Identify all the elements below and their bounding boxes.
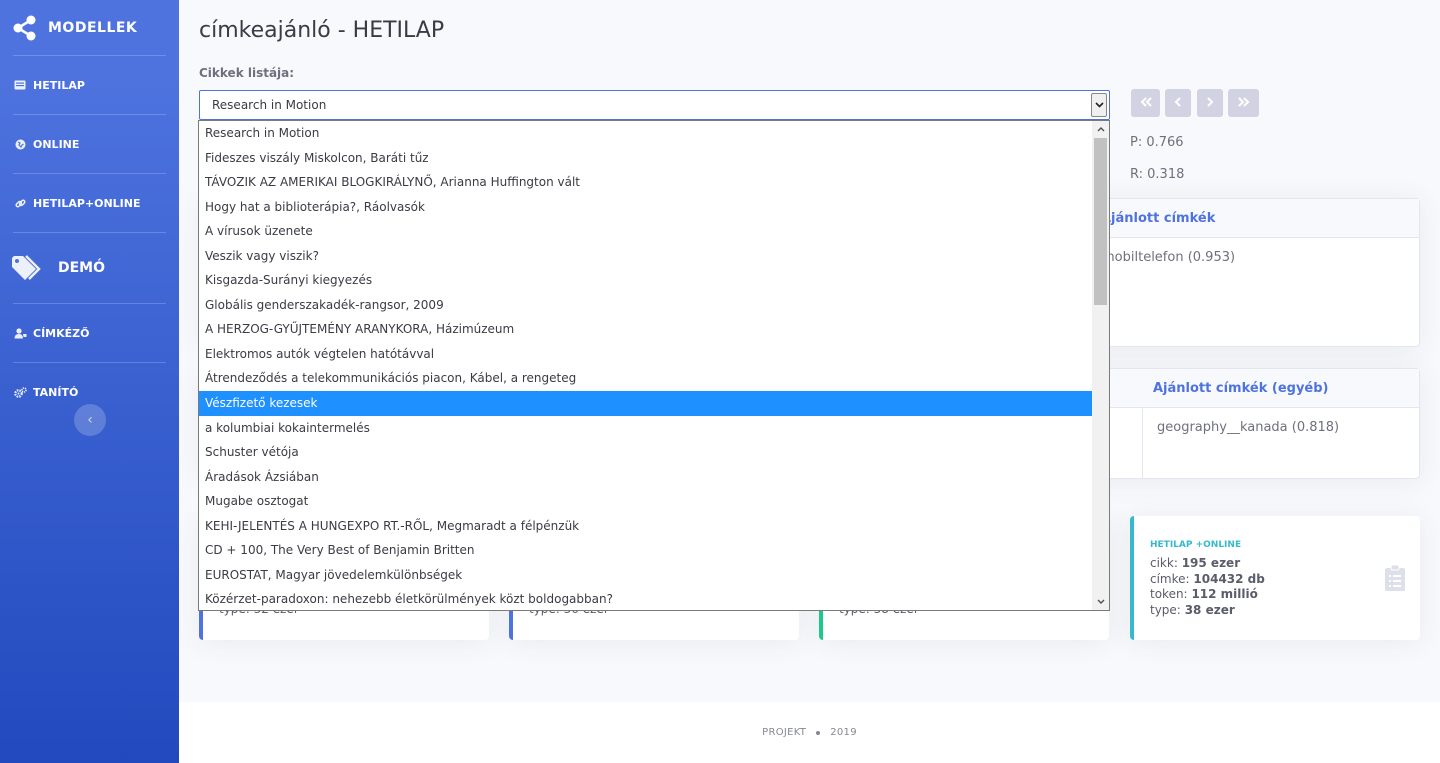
dropdown-option[interactable]: Hogy hat a biblioterápia?, Ráolvasók bbox=[199, 195, 1092, 220]
sidebar-item-cimkezo[interactable]: CÍMKÉZŐ bbox=[0, 304, 179, 362]
next-button[interactable] bbox=[1197, 89, 1223, 117]
stat-line-cimke: címke: 104432 db bbox=[1150, 572, 1265, 588]
stat-value: 104432 db bbox=[1193, 571, 1265, 586]
stat-card-hetilap-online: HETILAP +ONLINE cikk: 195 ezer címke: 10… bbox=[1130, 516, 1420, 640]
dropdown-option[interactable]: a kolumbiai kokaintermelés bbox=[199, 416, 1092, 441]
sidebar-item-label: TANÍTÓ bbox=[33, 385, 79, 399]
separator-dot-icon bbox=[816, 730, 821, 735]
stat-label: címke: bbox=[1150, 571, 1190, 586]
stat-card-title: HETILAP +ONLINE bbox=[1150, 540, 1242, 550]
dropdown-option[interactable]: A vírusok üzenete bbox=[199, 219, 1092, 244]
dropdown-option[interactable]: Közérzet-paradoxon: nehezebb életkörülmé… bbox=[199, 587, 1092, 610]
column-divider bbox=[1142, 409, 1143, 479]
recommended-tag: mobiltelefon (0.953) bbox=[1102, 250, 1236, 265]
precision-value: P: 0.766 bbox=[1130, 135, 1184, 150]
dropdown-option[interactable]: Elektromos autók végtelen hatótávval bbox=[199, 342, 1092, 367]
dropdown-option[interactable]: TÁVOZIK AZ AMERIKAI BLOGKIRÁLYNŐ, Ariann… bbox=[199, 170, 1092, 195]
globe-icon bbox=[13, 137, 27, 151]
dropdown-option[interactable]: Kisgazda-Surányi kiegyezés bbox=[199, 268, 1092, 293]
dropdown-option[interactable]: KEHI-JELENTÉS A HUNGEXPO RT.-RŐL, Megmar… bbox=[199, 514, 1092, 539]
newspaper-icon bbox=[13, 78, 27, 92]
scroll-down-icon[interactable] bbox=[1092, 593, 1109, 610]
dropdown-option[interactable]: Átrendeződés a telekommunikációs piacon,… bbox=[199, 366, 1092, 391]
article-select[interactable]: Research in Motion bbox=[199, 90, 1110, 120]
dropdown-option[interactable]: Schuster vétója bbox=[199, 440, 1092, 465]
stat-label: cikk: bbox=[1150, 556, 1178, 570]
dropdown-option[interactable]: Fideszes viszály Miskolcon, Baráti tűz bbox=[199, 146, 1092, 171]
dropdown-scrollbar[interactable] bbox=[1092, 121, 1109, 610]
double-chevron-right-icon bbox=[1237, 95, 1250, 111]
last-page-button[interactable] bbox=[1228, 89, 1259, 117]
stat-label: token: bbox=[1150, 587, 1188, 601]
dropdown-option[interactable]: Research in Motion bbox=[199, 121, 1092, 146]
previous-button[interactable] bbox=[1165, 89, 1191, 117]
footer-left: PROJEKT bbox=[762, 727, 807, 738]
sidebar-item-demo[interactable]: DEMÓ bbox=[0, 233, 179, 303]
share-nodes-icon bbox=[12, 15, 38, 41]
stat-value: 112 millió bbox=[1191, 587, 1258, 601]
sidebar-item-hetilap[interactable]: HETILAP bbox=[0, 56, 179, 114]
recall-value: R: 0.318 bbox=[1130, 167, 1185, 182]
chevron-left-icon bbox=[1174, 95, 1182, 111]
sidebar-item-online[interactable]: ONLINE bbox=[0, 115, 179, 173]
clipboard-list-icon bbox=[1384, 564, 1406, 592]
brand-label: MODELLEK bbox=[48, 19, 138, 36]
stat-value: 38 ezer bbox=[1184, 602, 1235, 617]
sidebar-item-label: DEMÓ bbox=[58, 260, 106, 276]
chevron-down-icon bbox=[1091, 93, 1107, 117]
page-title: címkeajánló - HETILAP bbox=[199, 18, 445, 43]
dropdown-option[interactable]: CD + 100, The Very Best of Benjamin Brit… bbox=[199, 538, 1092, 563]
scroll-up-icon[interactable] bbox=[1092, 121, 1109, 138]
link-icon bbox=[13, 196, 27, 210]
footer: PROJEKT 2019 bbox=[179, 702, 1440, 763]
dropdown-option[interactable]: Áradások Ázsiában bbox=[199, 465, 1092, 490]
dropdown-options: Research in Motion Fideszes viszály Misko… bbox=[199, 121, 1092, 610]
dropdown-option[interactable]: EUROSTAT, Magyar jövedelemkülönbségek bbox=[199, 563, 1092, 588]
dropdown-option[interactable]: Mugabe osztogat bbox=[199, 489, 1092, 514]
cogs-icon bbox=[13, 385, 27, 399]
dropdown-option[interactable]: Globális genderszakadék-rangsor, 2009 bbox=[199, 293, 1092, 318]
sidebar-item-label: CÍMKÉZŐ bbox=[33, 326, 90, 340]
stat-card-lines: cikk: 195 ezer címke: 104432 db token: 1… bbox=[1150, 556, 1265, 618]
sidebar-toggle-button[interactable]: ‹ bbox=[74, 404, 106, 436]
sidebar-item-label: HETILAP bbox=[33, 78, 85, 92]
double-chevron-left-icon bbox=[1140, 95, 1152, 111]
dropdown-option[interactable]: Veszik vagy viszik? bbox=[199, 244, 1092, 269]
tags-icon bbox=[10, 253, 46, 283]
card-title: Ajánlott címkék (egyéb) bbox=[1153, 380, 1329, 396]
stat-line-token: token: 112 millió bbox=[1150, 587, 1265, 603]
scrollbar-thumb[interactable] bbox=[1094, 138, 1107, 305]
article-dropdown-list[interactable]: Research in Motion Fideszes viszály Misko… bbox=[198, 120, 1110, 611]
card-title: Ajánlott címkék bbox=[1101, 210, 1216, 226]
dropdown-option[interactable]: Vészfizető kezesek bbox=[199, 391, 1092, 416]
recommended-tag-other: geography__kanada (0.818) bbox=[1157, 420, 1340, 435]
article-list-label: Cikkek listája: bbox=[199, 66, 295, 80]
sidebar-item-hetilap-online[interactable]: HETILAP+ONLINE bbox=[0, 174, 179, 232]
footer-year: 2019 bbox=[830, 727, 857, 738]
sidebar: MODELLEK HETILAP ONLINE HETILAP+ONLINE D… bbox=[0, 0, 179, 763]
first-page-button[interactable] bbox=[1131, 89, 1160, 117]
sidebar-brand[interactable]: MODELLEK bbox=[0, 0, 179, 55]
dropdown-option[interactable]: A HERZOG-GYŰJTEMÉNY ARANYKORA, Házimúzeu… bbox=[199, 317, 1092, 342]
stat-line-cikk: cikk: 195 ezer bbox=[1150, 556, 1265, 572]
chevron-left-icon: ‹ bbox=[87, 412, 93, 428]
article-select-value: Research in Motion bbox=[212, 98, 327, 112]
stat-value: 195 ezer bbox=[1181, 556, 1241, 570]
sidebar-item-label: HETILAP+ONLINE bbox=[33, 196, 141, 210]
user-tag-icon bbox=[13, 326, 27, 340]
chevron-right-icon bbox=[1206, 95, 1214, 111]
stat-label: type: bbox=[1150, 602, 1181, 617]
stat-line-type: type: 38 ezer bbox=[1150, 603, 1265, 619]
sidebar-item-label: ONLINE bbox=[33, 137, 80, 151]
